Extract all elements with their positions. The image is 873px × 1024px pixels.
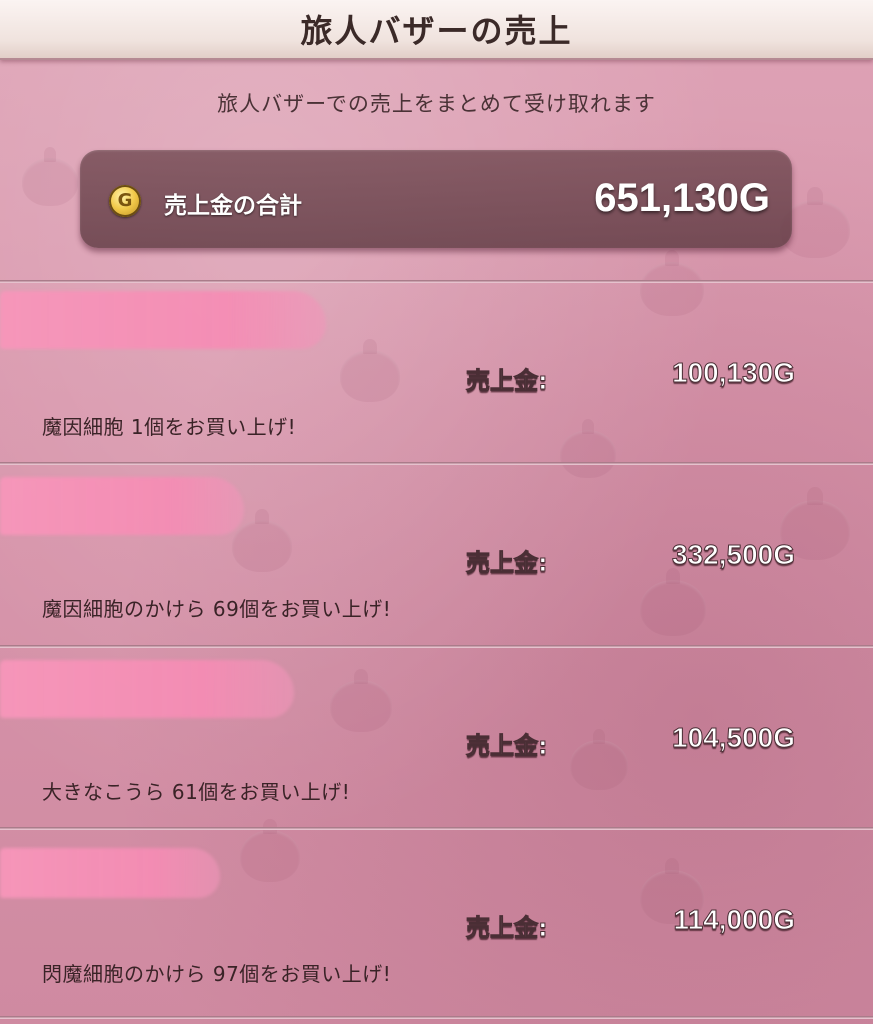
sale-amount-value: 100,130G <box>672 357 796 389</box>
redacted-buyer-name <box>0 660 294 718</box>
redacted-buyer-name <box>0 291 326 349</box>
bazaar-sales-screen: 旅人バザーの売上 旅人バザーでの売上をまとめて受け取れます G 売上金の合計 6… <box>0 0 873 1024</box>
redacted-buyer-name <box>0 848 220 898</box>
redacted-buyer-name <box>0 477 244 535</box>
purchase-message: 魔因細胞のかけら 69個をお買い上げ! <box>42 597 392 621</box>
subtitle-text: 旅人バザーでの売上をまとめて受け取れます <box>217 92 656 116</box>
sale-list-item[interactable]: 売上金: 100,130G 魔因細胞 1個をお買い上げ! <box>0 283 873 463</box>
sale-amount-value: 332,500G <box>672 539 796 571</box>
purchase-message: 魔因細胞 1個をお買い上げ! <box>42 415 297 439</box>
sale-amount-label: 売上金: <box>466 732 549 761</box>
sale-list-item[interactable]: 売上金: 114,000G 閃魔細胞のかけら 97個をお買い上げ! <box>0 830 873 1010</box>
total-sales-panel: G 売上金の合計 651,130G <box>80 150 792 248</box>
slime-silhouette-decoration <box>22 147 78 206</box>
sale-list-item[interactable]: 売上金: 104,500G 大きなこうら 61個をお買い上げ! <box>0 648 873 828</box>
title-bar: 旅人バザーの売上 <box>0 0 873 60</box>
purchase-message: 大きなこうら 61個をお買い上げ! <box>42 780 351 804</box>
sale-amount-value: 114,000G <box>673 904 795 936</box>
sale-amount-value: 104,500G <box>672 722 796 754</box>
total-sales-value: 651,130G <box>594 176 770 220</box>
purchase-message: 閃魔細胞のかけら 97個をお買い上げ! <box>42 962 392 986</box>
coin-icon-letter: G <box>117 190 133 211</box>
gold-coin-icon: G <box>109 185 141 217</box>
sale-amount-label: 売上金: <box>466 914 549 943</box>
page-title: 旅人バザーの売上 <box>300 12 573 50</box>
sale-list-item[interactable]: 売上金: 332,500G 魔因細胞のかけら 69個をお買い上げ! <box>0 465 873 645</box>
sale-amount-label: 売上金: <box>466 549 549 578</box>
row-divider <box>0 1016 873 1019</box>
total-sales-label: 売上金の合計 <box>164 193 302 219</box>
sale-amount-label: 売上金: <box>466 367 549 396</box>
